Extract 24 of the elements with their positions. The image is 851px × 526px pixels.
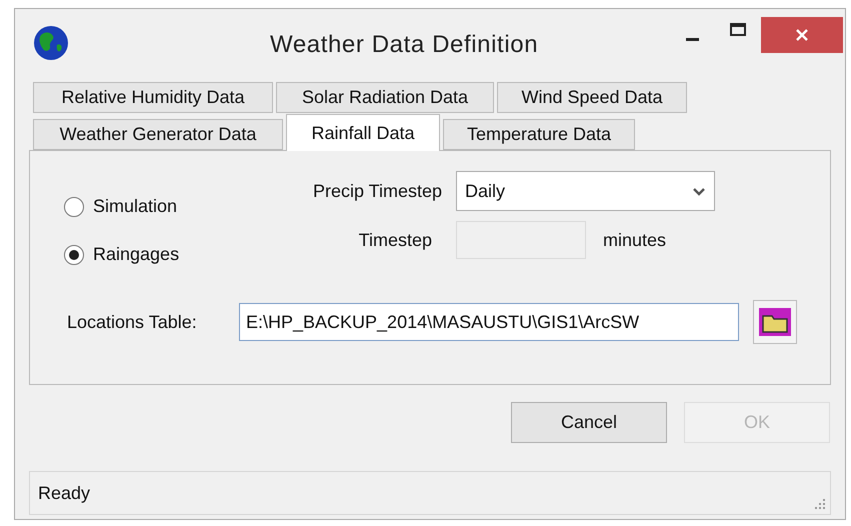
radio-button[interactable]: Raingages xyxy=(64,241,270,268)
tab[interactable]: Solar Radiation Data xyxy=(276,82,494,113)
tab[interactable]: Wind Speed Data xyxy=(497,82,687,113)
close-button[interactable] xyxy=(761,17,843,53)
status-text: Ready xyxy=(38,482,90,505)
window-title: Weather Data Definition xyxy=(270,30,538,60)
timestep-dropdown[interactable]: Daily xyxy=(456,171,715,211)
tab[interactable]: Relative Humidity Data xyxy=(33,82,273,113)
field-label: Timestep xyxy=(358,228,433,252)
browse-button[interactable] xyxy=(753,300,797,344)
folder-icon xyxy=(758,307,792,337)
tab[interactable]: Weather Generator Data xyxy=(33,119,283,150)
radio-button[interactable]: Simulation xyxy=(64,193,270,220)
globe-icon xyxy=(33,25,69,61)
unit-label: minutes xyxy=(603,228,666,252)
dialog-button[interactable]: Cancel xyxy=(511,402,667,443)
close-icon xyxy=(795,28,809,42)
resize-grip-icon xyxy=(814,498,826,510)
tab[interactable]: Temperature Data xyxy=(443,119,635,150)
locations-table-field[interactable]: E:\HP_BACKUP_2014\MASAUSTU\GIS1\ArcSW xyxy=(239,303,739,341)
field-label: Precip Timestep xyxy=(312,180,443,203)
chevron-down-icon xyxy=(692,186,706,196)
tab[interactable]: Rainfall Data xyxy=(286,114,440,151)
field-label: Locations Table: xyxy=(67,310,198,334)
